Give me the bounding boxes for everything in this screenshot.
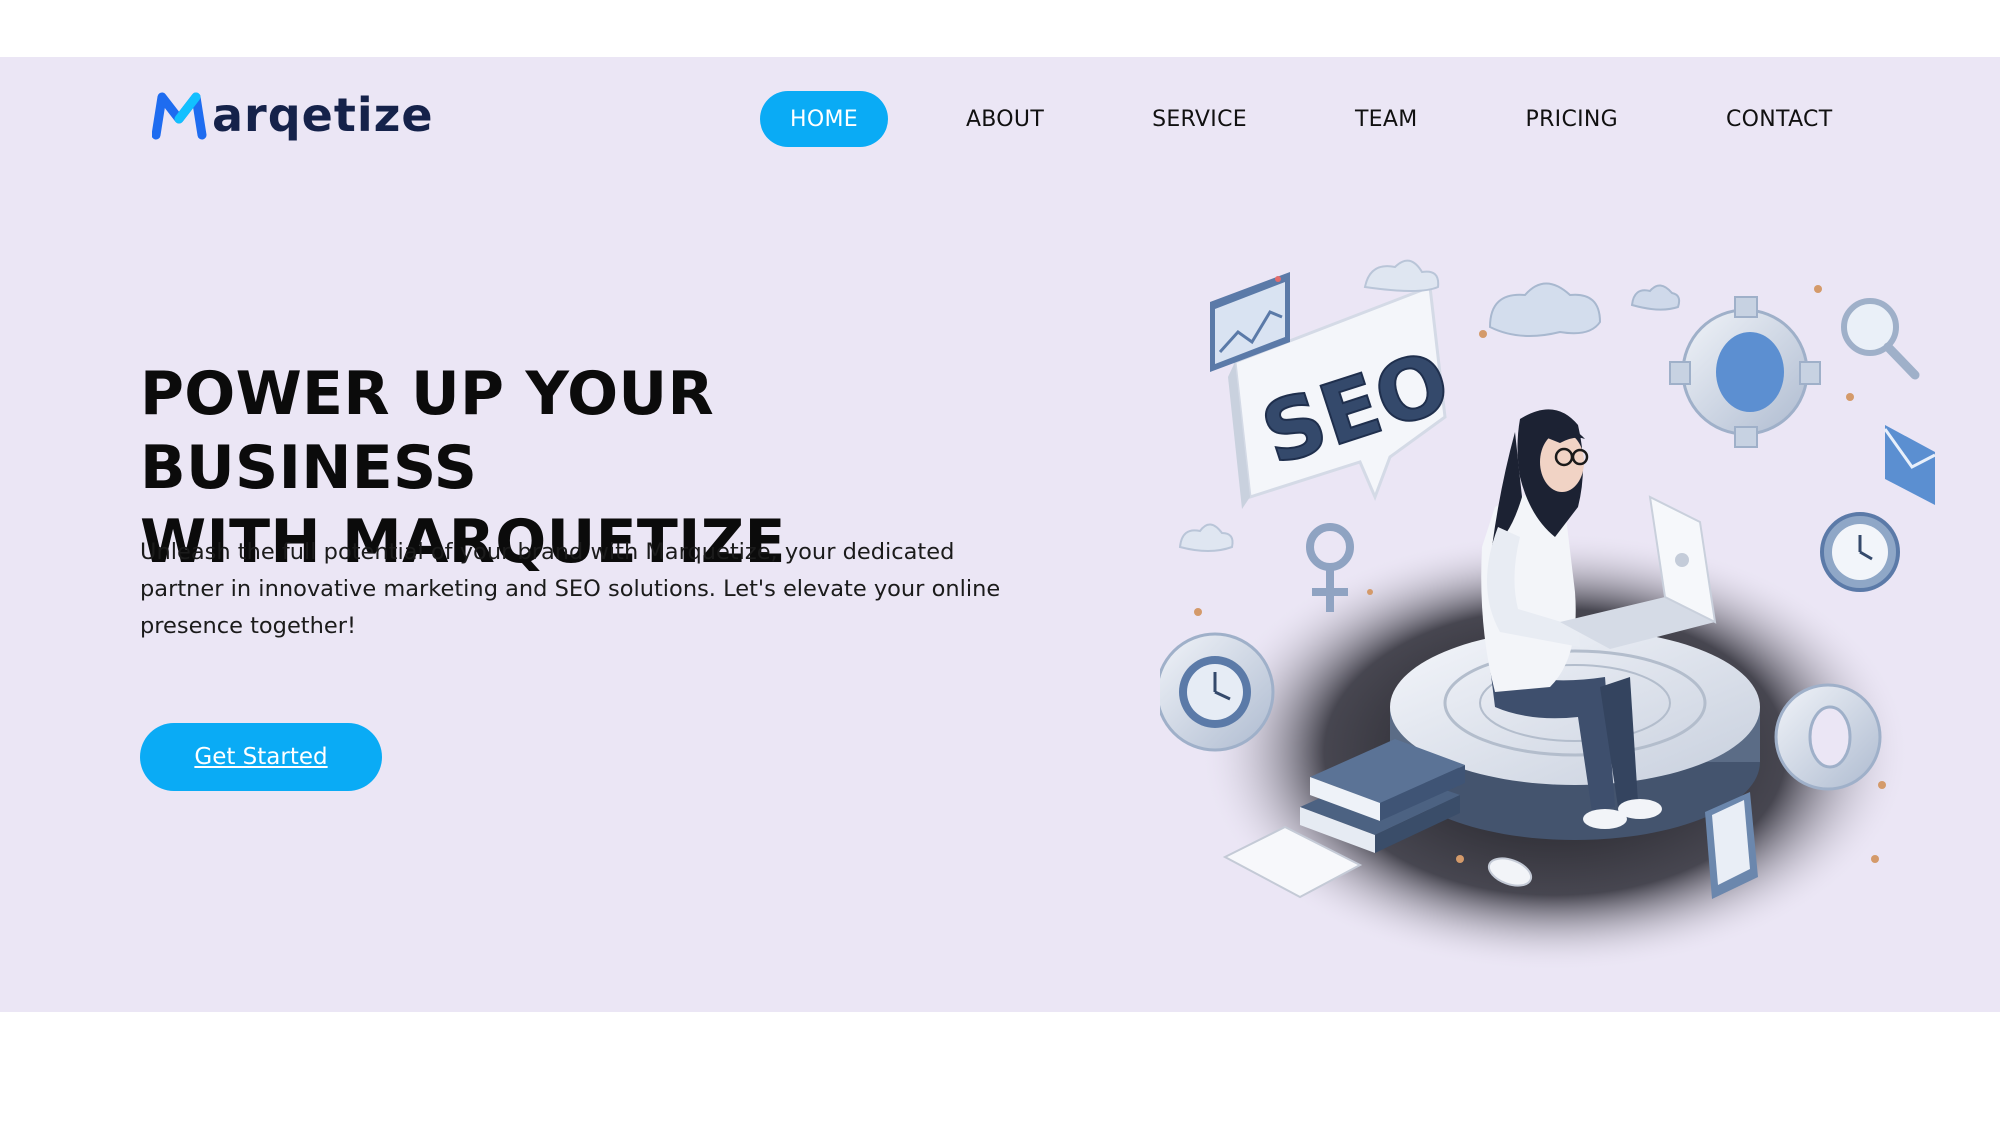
hero-description: Unleash the full potential of your brand… [140,539,1001,639]
hero-headline-line-1: POWER UP YOUR BUSINESS [140,359,714,503]
envelope-icon [1883,425,1936,505]
nav-pricing[interactable]: PRICING [1496,91,1649,147]
seo-illustration: SEO [1160,259,1936,972]
nav-contact[interactable]: CONTACT [1696,91,1862,147]
brand-logo[interactable]: arqetize [152,87,434,143]
main-nav: HOME ABOUT SERVICE TEAM PRICING CONTACT [760,91,1862,147]
gear-right-icon [1774,683,1882,791]
get-started-button[interactable]: Get Started [140,723,382,791]
nav-home[interactable]: HOME [760,91,888,147]
brand-name: arqetize [212,88,434,142]
gear-icon [1669,296,1821,448]
page: arqetize HOME ABOUT SERVICE TEAM PRICING… [0,0,2000,1125]
clock-icon [1820,512,1900,592]
gear-clock-left-icon [1160,632,1275,752]
hero-section: arqetize HOME ABOUT SERVICE TEAM PRICING… [0,57,2000,1012]
nav-about[interactable]: ABOUT [936,91,1074,147]
magnifier-icon [1841,298,1920,380]
logo-mark-icon [152,92,207,140]
nav-team[interactable]: TEAM [1325,91,1448,147]
nav-service[interactable]: SERVICE [1122,91,1277,147]
